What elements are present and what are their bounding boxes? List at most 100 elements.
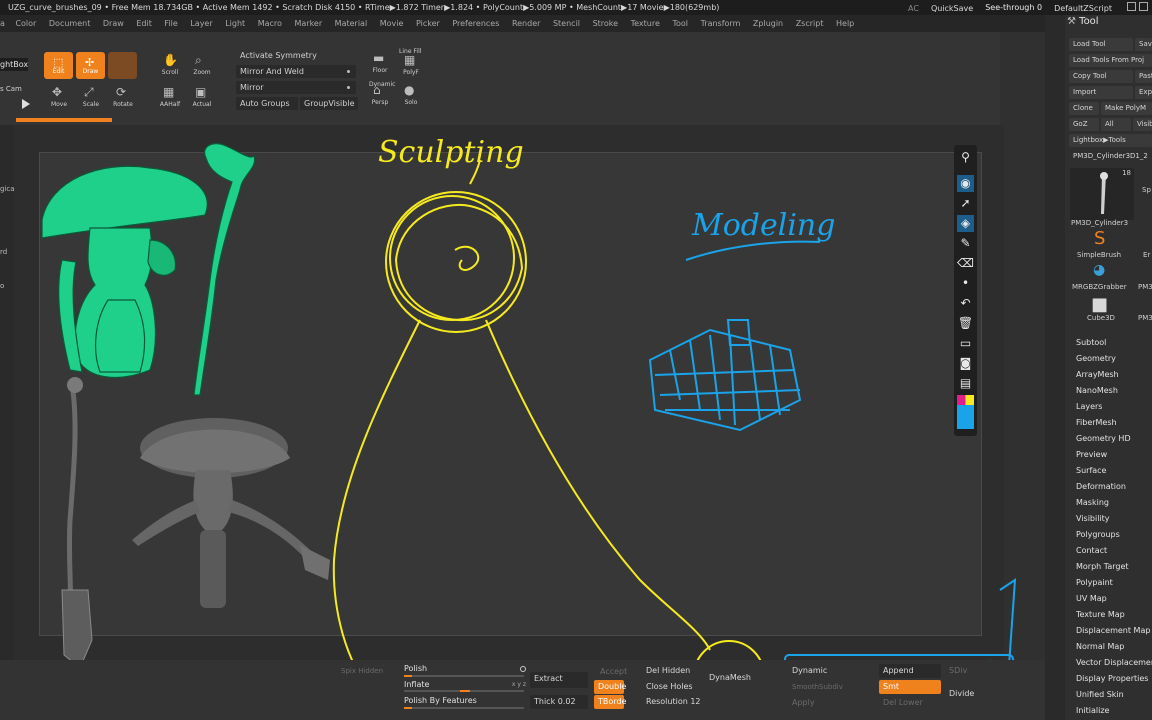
- subpalette-surface[interactable]: Surface: [1076, 463, 1152, 479]
- eye-icon[interactable]: ◉: [957, 175, 974, 192]
- subpalette-visibility[interactable]: Visibility: [1076, 511, 1152, 527]
- subpalette-normal-map[interactable]: Normal Map: [1076, 639, 1152, 655]
- subpalette-layers[interactable]: Layers: [1076, 399, 1152, 415]
- paste-tool-button[interactable]: Past: [1135, 70, 1152, 83]
- subpalette-displacement-map[interactable]: Displacement Map: [1076, 623, 1152, 639]
- thumb-label: MRGBZGrabber: [1072, 283, 1127, 291]
- subpalette-preview[interactable]: Preview: [1076, 447, 1152, 463]
- zbrush-window: UZG_curve_brushes_09 • Free Mem 18.734GB…: [0, 0, 1152, 720]
- append-button[interactable]: Append: [879, 664, 941, 678]
- polish-slider[interactable]: Polish: [404, 663, 528, 677]
- subpalette-fibermesh[interactable]: FiberMesh: [1076, 415, 1152, 431]
- lightbox-tools-button[interactable]: Lightbox▶Tools: [1069, 134, 1152, 147]
- make-polymesh-button[interactable]: Make PolyM: [1101, 102, 1152, 115]
- subpalette-display-properties[interactable]: Display Properties: [1076, 671, 1152, 687]
- del-lower-button[interactable]: Del Lower: [879, 696, 941, 710]
- staff-model: [61, 377, 93, 669]
- accept-button[interactable]: Accept: [596, 665, 627, 679]
- subpalette-geometry-hd[interactable]: Geometry HD: [1076, 431, 1152, 447]
- subpalette-polygroups[interactable]: Polygroups: [1076, 527, 1152, 543]
- current-tool-label: PM3D_Cylinder3D1_2: [1073, 152, 1148, 160]
- load-tools-from-project-button[interactable]: Load Tools From Proj: [1069, 54, 1152, 67]
- goz-visible-button[interactable]: Visib: [1133, 118, 1152, 131]
- tool-palette-title[interactable]: ⚒ Tool: [1067, 16, 1099, 27]
- thumb-label: SimpleBrush: [1077, 251, 1122, 259]
- staff-thumbnail-icon: [1100, 172, 1108, 214]
- cube-icon: ■: [1091, 294, 1109, 315]
- subpalette-texture-map[interactable]: Texture Map: [1076, 607, 1152, 623]
- smt-toggle[interactable]: Smt: [879, 680, 941, 694]
- copy-tool-button[interactable]: Copy Tool: [1069, 70, 1133, 83]
- simplebrush-thumbnail[interactable]: S: [1085, 228, 1119, 252]
- cube3d-thumbnail[interactable]: ■: [1088, 294, 1114, 316]
- dynamic-subdiv-button[interactable]: Dynamic: [788, 664, 848, 678]
- divide-button[interactable]: Divide: [945, 687, 983, 701]
- clone-button[interactable]: Clone: [1069, 102, 1099, 115]
- smooth-subdiv-slider[interactable]: SmoothSubdiv: [788, 680, 848, 694]
- tool-icon: ⚒: [1067, 16, 1080, 27]
- close-holes-button[interactable]: Close Holes: [642, 680, 700, 694]
- sdiv-slider[interactable]: SDiv: [945, 664, 983, 678]
- thumb-label: Cube3D: [1087, 314, 1115, 322]
- undo-icon[interactable]: ↶: [957, 295, 974, 312]
- subpalette-uv-map[interactable]: UV Map: [1076, 591, 1152, 607]
- thumb-label: Sp: [1142, 186, 1151, 194]
- mrgbzgrabber-thumbnail[interactable]: ◕: [1085, 262, 1119, 284]
- eraser-icon[interactable]: ⌫: [957, 255, 974, 272]
- dynamesh-button[interactable]: DynaMesh: [705, 671, 753, 685]
- subpalette-morph-target[interactable]: Morph Target: [1076, 559, 1152, 575]
- cursor-icon[interactable]: ➚: [957, 195, 974, 212]
- current-tool-thumbnail[interactable]: 18: [1070, 168, 1134, 220]
- polish-by-features-slider[interactable]: Polish By Features: [404, 695, 528, 709]
- import-button[interactable]: Import: [1069, 86, 1133, 99]
- monitor-icon[interactable]: ▭: [957, 335, 974, 352]
- annotation-overlay: Sculpting Modeling: [41, 135, 1017, 712]
- subpalette-arraymesh[interactable]: ArrayMesh: [1076, 367, 1152, 383]
- subpalette-deformation[interactable]: Deformation: [1076, 479, 1152, 495]
- tborder-toggle[interactable]: TBorde: [594, 695, 626, 709]
- subpalette-geometry[interactable]: Geometry: [1076, 351, 1152, 367]
- subpalette-vector-displacement[interactable]: Vector Displacement: [1076, 655, 1152, 671]
- mushroom-model: [132, 418, 330, 608]
- modeling-annotation: Modeling: [691, 208, 835, 243]
- goz-button[interactable]: GoZ: [1069, 118, 1099, 131]
- grabber-icon: ◕: [1093, 262, 1106, 278]
- subpalette-unified-skin[interactable]: Unified Skin: [1076, 687, 1152, 703]
- pin-icon[interactable]: ⚲: [957, 149, 974, 166]
- subpalette-subtool[interactable]: Subtool: [1076, 335, 1152, 351]
- inflate-slider[interactable]: Inflate x y z: [404, 679, 528, 692]
- resolution-slider[interactable]: Resolution 12: [642, 695, 701, 709]
- s-brush-icon: S: [1094, 228, 1106, 249]
- green-concept-sketch: [41, 143, 256, 396]
- goz-all-button[interactable]: All: [1101, 118, 1131, 131]
- tag-icon[interactable]: ◈: [957, 215, 974, 232]
- thumb-label: PM3: [1138, 283, 1152, 291]
- extract-button[interactable]: Extract: [530, 672, 588, 688]
- del-hidden-button[interactable]: Del Hidden: [642, 664, 700, 678]
- sculpting-annotation: Sculpting: [378, 135, 524, 170]
- export-button[interactable]: Expo: [1135, 86, 1152, 99]
- trash-icon[interactable]: 🗑: [957, 315, 974, 332]
- double-toggle[interactable]: Double: [594, 680, 626, 694]
- tool-subpalette-list: Subtool Geometry ArrayMesh NanoMesh Laye…: [1076, 335, 1152, 719]
- subpalette-polypaint[interactable]: Polypaint: [1076, 575, 1152, 591]
- dot-icon[interactable]: •: [957, 275, 974, 292]
- clipboard-icon[interactable]: ▤: [957, 375, 974, 392]
- color-palette-icon[interactable]: [957, 395, 974, 429]
- camera-icon[interactable]: ◙: [957, 355, 974, 372]
- spix-hidden-label: Spix Hidden: [341, 667, 384, 675]
- pen-icon[interactable]: ✎: [957, 235, 974, 252]
- load-tool-button[interactable]: Load Tool: [1069, 38, 1133, 51]
- thumb-label: Er: [1143, 251, 1151, 259]
- thumb-label: PM3: [1138, 314, 1152, 322]
- subpalette-contact[interactable]: Contact: [1076, 543, 1152, 559]
- subpalette-nanomesh[interactable]: NanoMesh: [1076, 383, 1152, 399]
- save-tool-button[interactable]: Save: [1135, 38, 1152, 51]
- subpalette-masking[interactable]: Masking: [1076, 495, 1152, 511]
- subpalette-initialize[interactable]: Initialize: [1076, 703, 1152, 719]
- apply-button[interactable]: Apply: [788, 696, 848, 710]
- annotation-toolbar: ⚲ ◉ ➚ ◈ ✎ ⌫ • ↶ 🗑 ▭ ◙ ▤: [954, 145, 977, 436]
- thumb-label: PM3D_Cylinder3: [1071, 219, 1129, 227]
- polish-toggle-icon[interactable]: [520, 666, 526, 672]
- thick-slider[interactable]: Thick 0.02: [530, 695, 588, 709]
